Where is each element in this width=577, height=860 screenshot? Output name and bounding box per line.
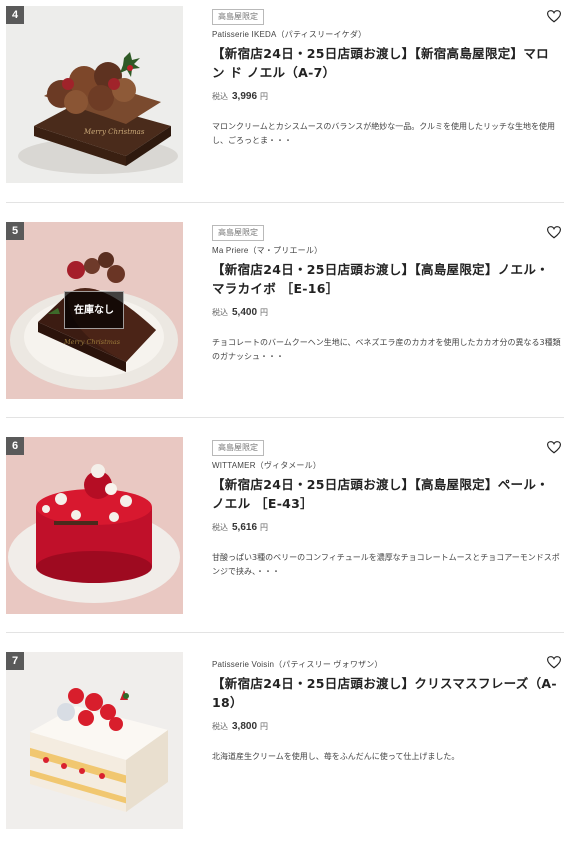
currency-label: 円: [260, 523, 269, 532]
currency-label: 円: [260, 92, 269, 101]
product-info: Patisserie Voisin（パティスリー ヴォワザン） 【新宿店24日・…: [212, 650, 560, 764]
price: 税込 3,996 円: [212, 91, 560, 102]
exclusive-badge: 高島屋限定: [212, 9, 264, 25]
product-image[interactable]: Merry Christmas 4: [6, 6, 183, 183]
product-card[interactable]: Merry Christmas 5 在庫なし 高島屋限定 Ma Priere（マ…: [0, 216, 577, 430]
product-card[interactable]: 7 Patisserie Voisin（パティスリー ヴォワザン） 【新宿店24…: [0, 646, 577, 860]
rank-badge: 5: [6, 222, 24, 240]
shop-name[interactable]: Patisserie Voisin（パティスリー ヴォワザン）: [212, 659, 560, 670]
price-value: 3,800: [232, 721, 258, 732]
shop-name[interactable]: WITTAMER（ヴィタメール）: [212, 460, 560, 471]
tax-label: 税込: [212, 92, 228, 101]
heart-outline-icon[interactable]: [547, 10, 561, 23]
shop-name[interactable]: Patisserie IKEDA（パティスリーイケダ）: [212, 29, 560, 40]
product-title[interactable]: 【新宿店24日・25日店頭お渡し】クリスマスフレーズ（A-18）: [212, 674, 560, 712]
heart-outline-icon[interactable]: [547, 441, 561, 454]
sold-out-badge: 在庫なし: [64, 291, 124, 329]
product-image[interactable]: 7: [6, 652, 183, 829]
shop-name[interactable]: Ma Priere（マ・プリエール）: [212, 245, 560, 256]
rank-badge: 4: [6, 6, 24, 24]
product-card[interactable]: 6 高島屋限定 WITTAMER（ヴィタメール） 【新宿店24日・25日店頭お渡…: [0, 431, 577, 645]
product-info: 高島屋限定 WITTAMER（ヴィタメール） 【新宿店24日・25日店頭お渡し】…: [212, 435, 560, 579]
divider: [6, 632, 564, 633]
product-list: Merry Christmas 4 高島屋限定 Patisserie IKEDA…: [0, 0, 577, 830]
product-description: 北海道産生クリームを使用し、苺をふんだんに使って仕上げました。: [212, 752, 460, 761]
product-card[interactable]: Merry Christmas 4 高島屋限定 Patisserie IKEDA…: [0, 0, 577, 214]
price-value: 3,996: [232, 91, 258, 102]
product-description: チョコレートのバームクーヘン生地に、ベネズエラ産のカカオを使用したカカオ分の異な…: [212, 338, 561, 361]
tax-label: 税込: [212, 523, 228, 532]
currency-label: 円: [260, 308, 269, 317]
product-description: マロンクリームとカシスムースのバランスが絶妙な一品。クルミを使用したリッチな生地…: [212, 122, 555, 145]
svg-text:Merry Christmas: Merry Christmas: [63, 338, 121, 346]
heart-outline-icon[interactable]: [547, 656, 561, 669]
tax-label: 税込: [212, 308, 228, 317]
product-image[interactable]: Merry Christmas 5 在庫なし: [6, 222, 183, 399]
exclusive-badge: 高島屋限定: [212, 225, 264, 241]
price: 税込 5,616 円: [212, 522, 560, 533]
divider: [6, 202, 564, 203]
divider: [6, 417, 564, 418]
product-image[interactable]: 6: [6, 437, 183, 614]
product-info: 高島屋限定 Ma Priere（マ・プリエール） 【新宿店24日・25日店頭お渡…: [212, 220, 561, 364]
price: 税込 5,400 円: [212, 307, 560, 318]
rank-badge: 6: [6, 437, 24, 455]
product-info: 高島屋限定 Patisserie IKEDA（パティスリーイケダ） 【新宿店24…: [212, 4, 560, 148]
exclusive-badge: 高島屋限定: [212, 440, 264, 456]
tax-label: 税込: [212, 722, 228, 731]
product-title[interactable]: 【新宿店24日・25日店頭お渡し】【新宿高島屋限定】マロン ド ノエル（A-7）: [212, 44, 560, 82]
heart-outline-icon[interactable]: [547, 226, 561, 239]
price: 税込 3,800 円: [212, 721, 560, 732]
price-value: 5,400: [232, 307, 258, 318]
product-title[interactable]: 【新宿店24日・25日店頭お渡し】【高島屋限定】ノエル・マラカイボ ［E-16］: [212, 260, 560, 298]
rank-badge: 7: [6, 652, 24, 670]
price-value: 5,616: [232, 522, 258, 533]
product-title[interactable]: 【新宿店24日・25日店頭お渡し】【高島屋限定】ペール・ノエル ［E-43］: [212, 475, 560, 513]
product-description: 甘酸っぱい3種のベリーのコンフィチュールを濃厚なチョコレートムースとチョコアーモ…: [212, 553, 560, 576]
svg-text:Merry Christmas: Merry Christmas: [83, 128, 145, 136]
currency-label: 円: [260, 722, 269, 731]
